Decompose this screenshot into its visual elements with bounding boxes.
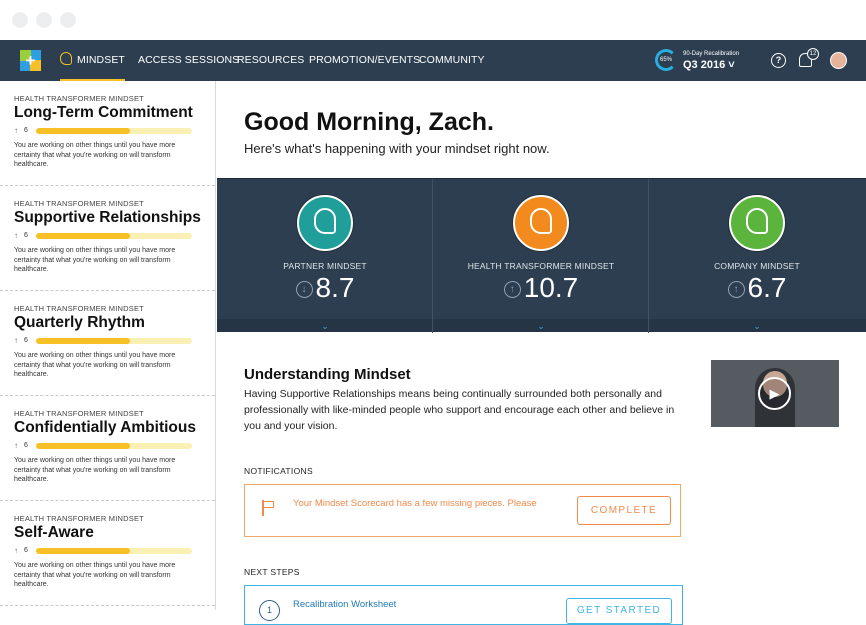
understanding-mindset-text: Having Supportive Relationships means be… [244,388,675,432]
get-started-button[interactable]: GET STARTED [566,598,672,624]
window-minimize-dot[interactable] [36,12,52,28]
help-icon[interactable]: ? [771,53,786,68]
chevron-down-icon[interactable]: ⌄ [649,320,865,333]
sidebar-item-progress-bar [36,232,192,239]
nav-resources[interactable]: RESOURCES [237,40,304,81]
health-transformer-head-icon [513,195,569,251]
greeting-subtitle: Here's what's happening with your mindse… [244,141,550,156]
step-number: 1 [259,600,280,621]
notification-count-badge: 12 [807,48,819,60]
trend-up-icon: ↑ [14,336,18,345]
sidebar-item-quarterly-rhythm[interactable]: HEALTH TRANSFORMER MINDSET Quarterly Rhy… [0,291,215,396]
sidebar-item-title: Supportive Relationships [14,209,201,226]
trend-up-icon: ↑ [503,281,521,298]
window-chrome [0,0,866,40]
sidebar-item-category: HEALTH TRANSFORMER MINDSET [14,304,144,313]
sidebar-item-confidentially-ambitious[interactable]: HEALTH TRANSFORMER MINDSET Confidentiall… [0,396,215,501]
sidebar-item-category: HEALTH TRANSFORMER MINDSET [14,409,144,418]
sidebar-item-description: You are working on other things until yo… [14,457,176,483]
score-label: COMPANY MINDSET [714,261,800,271]
sidebar-item-score: 6 [24,337,28,344]
trend-up-icon: ↑ [14,546,18,555]
window-close-dot[interactable] [12,12,28,28]
sidebar-item-category: HEALTH TRANSFORMER MINDSET [14,199,144,208]
score-card-health-transformer[interactable]: HEALTH TRANSFORMER MINDSET ↑ 10.7 ⌄ [433,179,649,333]
trend-down-icon: ↓ [295,281,313,298]
sidebar-item-score: 6 [24,442,28,449]
score-value-row: ↓ 8.7 [217,272,433,304]
score-card-company[interactable]: COMPANY MINDSET ↑ 6.7 ⌄ [649,179,866,333]
score-card-partner[interactable]: PARTNER MINDSET ↓ 8.7 ⌄ [217,179,433,333]
sidebar-item-title: Long-Term Commitment [14,104,193,121]
sidebar-item-title: Quarterly Rhythm [14,314,145,331]
user-avatar[interactable] [830,52,847,69]
chevron-down-icon[interactable]: ⌄ [433,320,649,333]
company-mindset-head-icon [729,195,785,251]
notification-card: Your Mindset Scorecard has a few missing… [244,484,681,537]
sidebar-item-progress-bar [36,442,192,449]
notification-text: Your Mindset Scorecard has a few missing… [293,498,537,509]
chevron-down-icon[interactable]: ⌄ [217,320,433,333]
recalibration-progress-ring: 65% [655,49,677,71]
recalibration-quarter-dropdown[interactable]: Q3 2016 ˅ [683,59,735,71]
score-value-row: ↑ 10.7 [433,272,649,304]
sidebar-item-description: You are working on other things until yo… [14,142,176,168]
sidebar-item-score: 6 [24,127,28,134]
app-logo[interactable]: + [20,50,41,71]
sidebar-item-progress-bar [36,547,192,554]
understanding-mindset-title: Understanding Mindset [244,366,411,383]
trend-up-icon: ↑ [14,126,18,135]
trend-up-icon: ↑ [727,281,745,298]
partner-mindset-head-icon [297,195,353,251]
sidebar-item-description: You are working on other things until yo… [14,247,176,273]
score-label: PARTNER MINDSET [283,261,367,271]
score-label: HEALTH TRANSFORMER MINDSET [467,261,615,271]
sidebar-item-title: Confidentially Ambitious [14,419,196,436]
score-value: 6.7 [747,272,787,303]
next-step-title[interactable]: Recalibration Worksheet [293,599,396,610]
sidebar-item-supportive-relationships[interactable]: HEALTH TRANSFORMER MINDSET Supportive Re… [0,186,215,291]
nav-community[interactable]: COMMUNITY [419,40,485,81]
notifications-label: NOTIFICATIONS [244,466,313,476]
mindset-sidebar: HEALTH TRANSFORMER MINDSET Long-Term Com… [0,81,216,610]
score-value: 10.7 [523,272,579,303]
sidebar-item-score: 6 [24,232,28,239]
nav-access-sessions[interactable]: ACCESS SESSIONS [138,40,239,81]
sidebar-item-progress-bar [36,127,192,134]
next-step-card: 1 Recalibration Worksheet GET STARTED [244,585,683,625]
sidebar-item-category: HEALTH TRANSFORMER MINDSET [14,94,144,103]
complete-button[interactable]: COMPLETE [577,496,671,525]
mindset-scores-panel: PARTNER MINDSET ↓ 8.7 ⌄ HEALTH TRANSFORME… [217,178,866,333]
greeting-heading: Good Morning, Zach. [244,108,494,136]
mindset-head-icon [60,52,72,65]
trend-up-icon: ↑ [14,231,18,240]
nav-promotion-events[interactable]: PROMOTION/EVENTS [309,40,420,81]
top-navigation: + MINDSET ACCESS SESSIONS RESOURCES PROM… [0,40,866,81]
recalibration-label: 90-Day Recalibration [683,51,740,57]
next-steps-label: NEXT STEPS [244,567,300,577]
sidebar-item-description: You are working on other things until yo… [14,352,176,378]
nav-mindset-label: MINDSET [77,54,125,66]
flag-icon [262,500,275,516]
trend-up-icon: ↑ [14,441,18,450]
sidebar-item-title: Self-Aware [14,524,94,541]
sidebar-item-category: HEALTH TRANSFORMER MINDSET [14,514,144,523]
window-maximize-dot[interactable] [60,12,76,28]
sidebar-item-self-aware[interactable]: HEALTH TRANSFORMER MINDSET Self-Aware ↑ 6… [0,501,215,606]
video-thumbnail[interactable]: ▶ [711,360,839,427]
score-value: 8.7 [315,272,355,303]
sidebar-item-progress-bar [36,337,192,344]
score-value-row: ↑ 6.7 [649,272,865,304]
sidebar-item-description: You are working on other things until yo… [14,562,176,588]
play-icon[interactable]: ▶ [758,377,791,410]
sidebar-item-score: 6 [24,547,28,554]
sidebar-item-long-term-commitment[interactable]: HEALTH TRANSFORMER MINDSET Long-Term Com… [0,81,215,186]
nav-mindset[interactable]: MINDSET [60,40,125,81]
